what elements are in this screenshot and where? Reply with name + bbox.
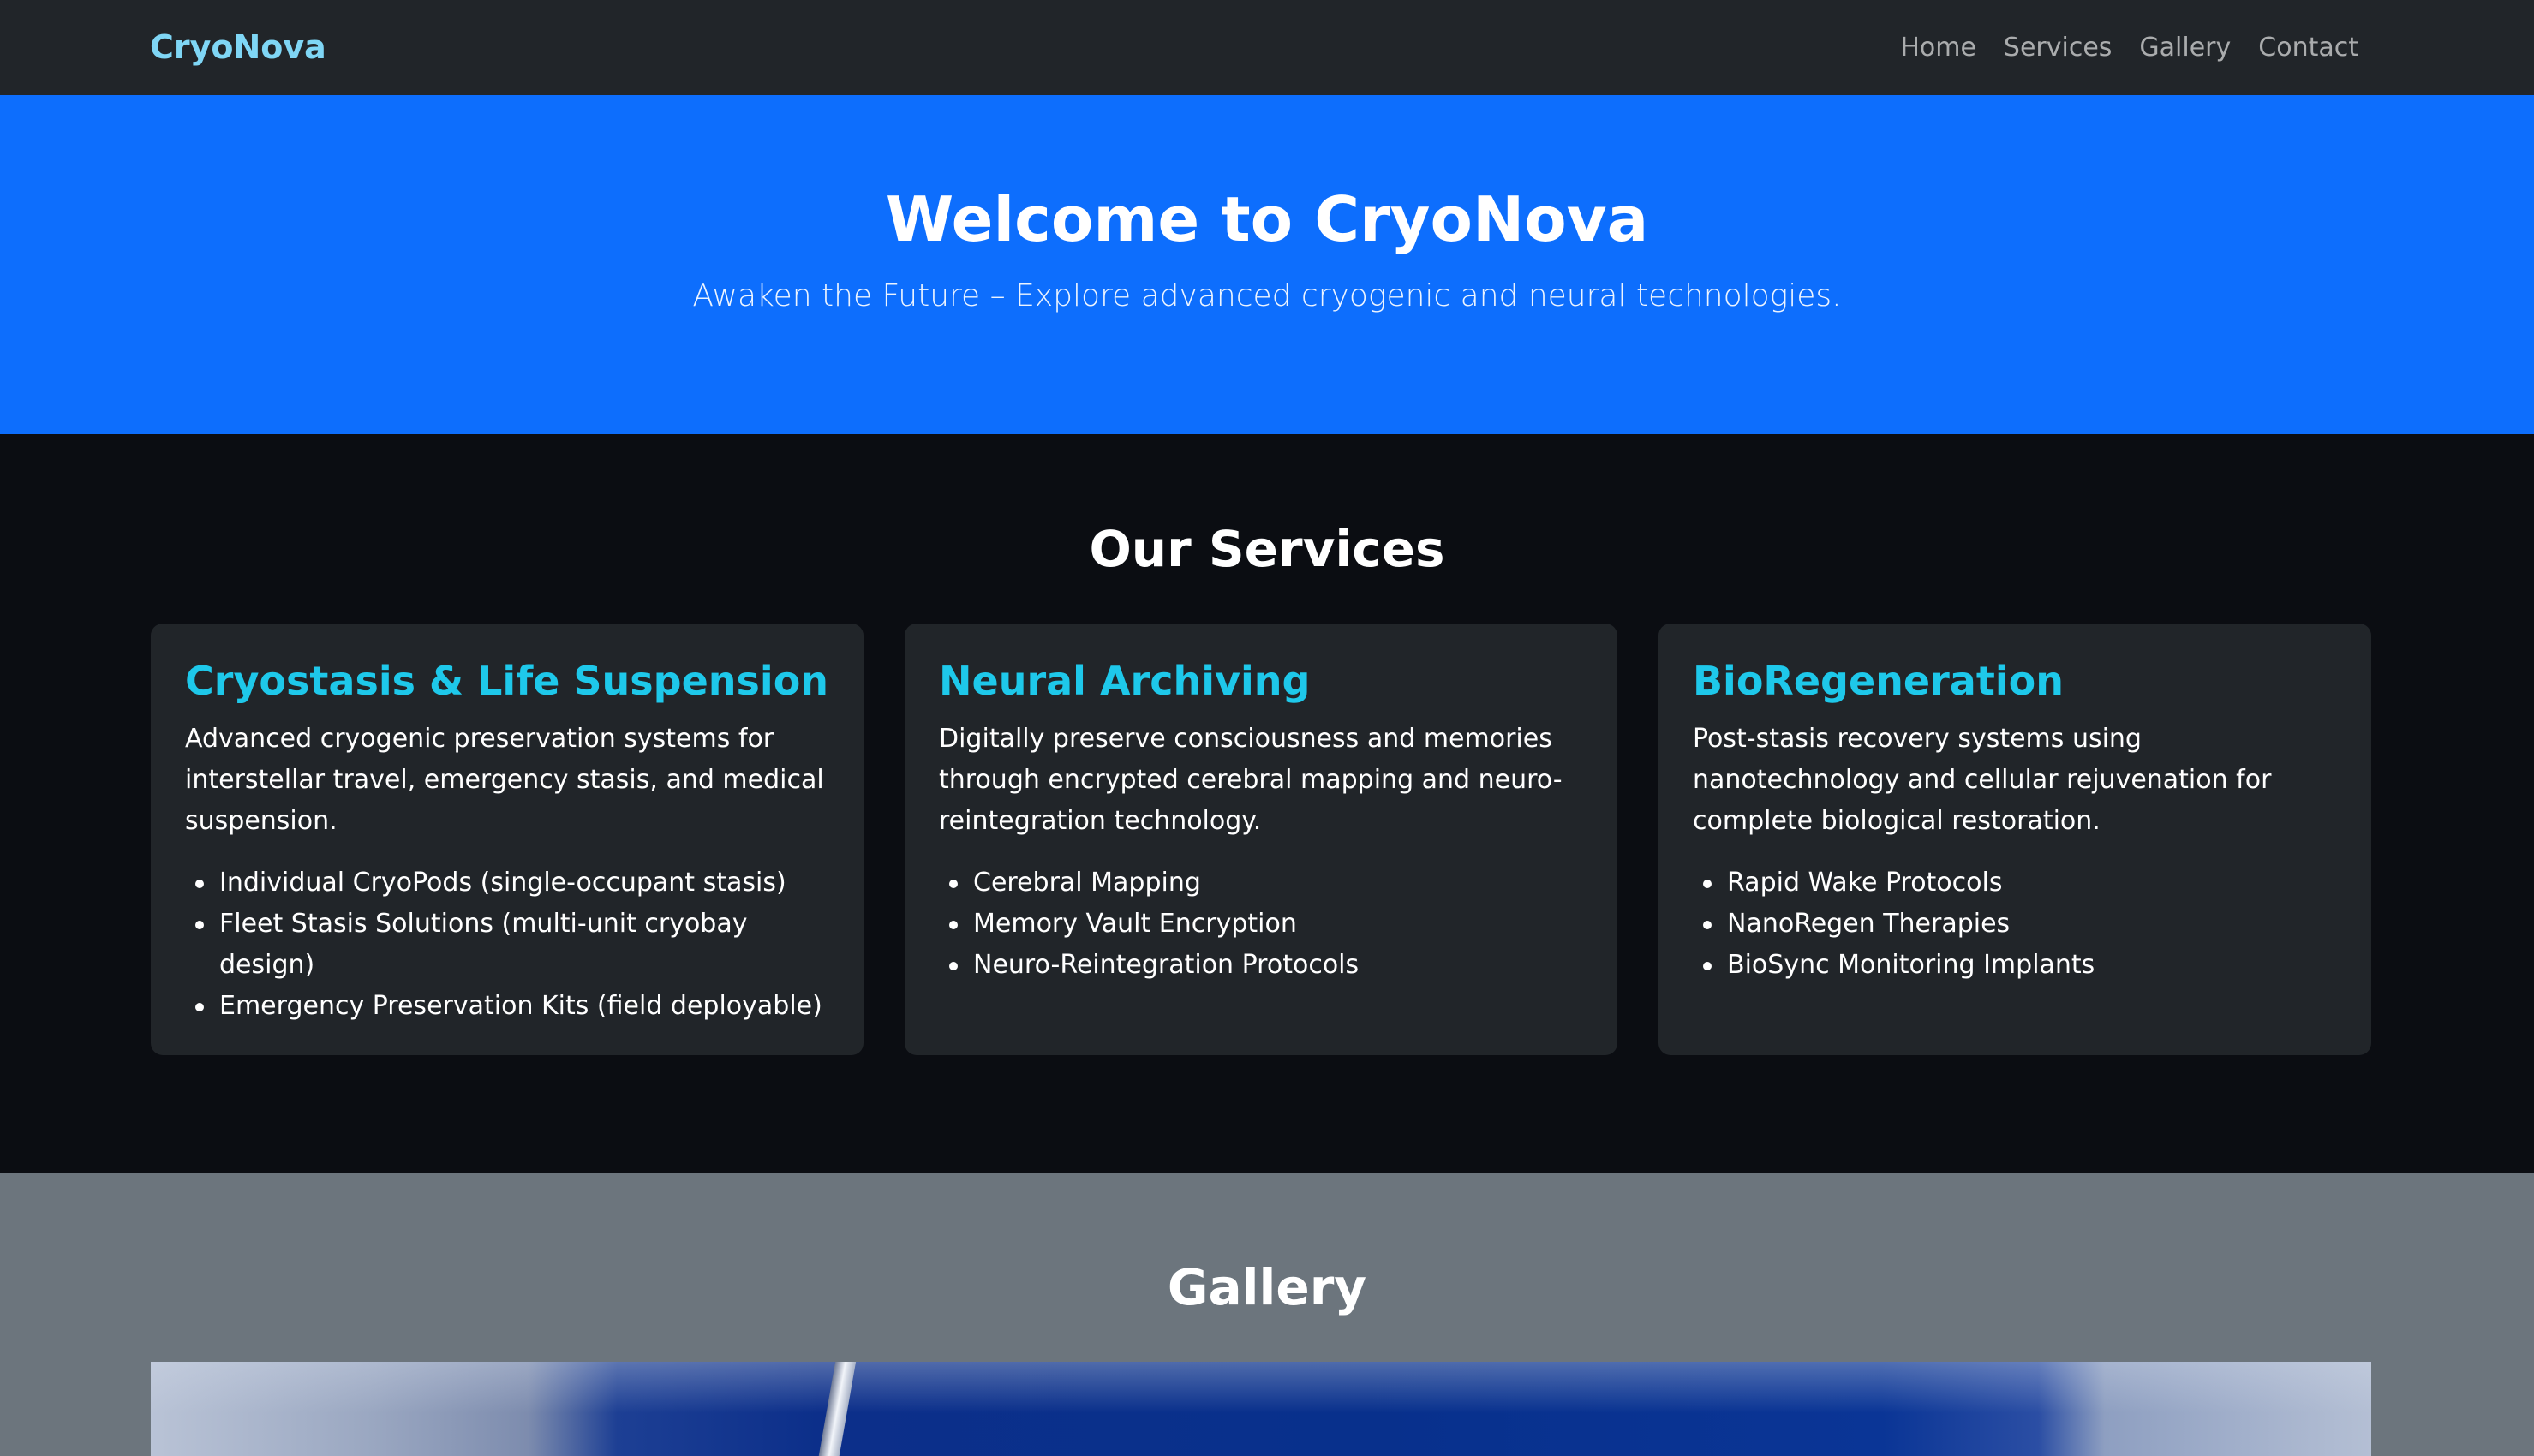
service-card-cryostasis: Cryostasis & Life Suspension Advanced cr… bbox=[151, 624, 864, 1055]
card-title: Neural Archiving bbox=[939, 658, 1311, 704]
card-description: Advanced cryogenic preservation systems … bbox=[185, 724, 824, 837]
nav-link-gallery[interactable]: Gallery bbox=[2139, 33, 2231, 63]
card-title: BioRegeneration bbox=[1693, 658, 2064, 704]
gallery-section: Gallery bbox=[0, 1173, 2534, 1456]
list-item: Neuro-Reintegration Protocols bbox=[949, 945, 1583, 986]
list-item: BioSync Monitoring Implants bbox=[1703, 945, 2337, 986]
hero-section: Welcome to CryoNova Awaken the Future – … bbox=[0, 95, 2534, 434]
services-title: Our Services bbox=[1089, 520, 1445, 578]
gallery-image[interactable] bbox=[151, 1362, 2371, 1456]
list-item: Rapid Wake Protocols bbox=[1703, 862, 2337, 904]
hero-title: Welcome to CryoNova bbox=[885, 183, 1649, 255]
image-highlight bbox=[151, 1362, 2371, 1413]
nav-link-services[interactable]: Services bbox=[2004, 33, 2113, 63]
brand-logo-link[interactable]: CryoNova bbox=[150, 0, 326, 95]
card-description: Post-stasis recovery systems using nanot… bbox=[1693, 724, 2272, 837]
card-title: Cryostasis & Life Suspension bbox=[185, 658, 829, 704]
list-item: Cerebral Mapping bbox=[949, 862, 1583, 904]
card-feature-list: Individual CryoPods (single-occupant sta… bbox=[185, 862, 829, 1027]
gallery-title: Gallery bbox=[1167, 1258, 1367, 1316]
list-item: Emergency Preservation Kits (field deplo… bbox=[195, 986, 829, 1027]
nav-link-contact[interactable]: Contact bbox=[2258, 33, 2358, 63]
service-card-neural-archiving: Neural Archiving Digitally preserve cons… bbox=[905, 624, 1617, 1055]
nav-links: Home Services Gallery Contact bbox=[1900, 0, 2358, 95]
card-feature-list: Cerebral Mapping Memory Vault Encryption… bbox=[939, 862, 1583, 986]
list-item: NanoRegen Therapies bbox=[1703, 904, 2337, 945]
list-item: Individual CryoPods (single-occupant sta… bbox=[195, 862, 829, 904]
card-feature-list: Rapid Wake Protocols NanoRegen Therapies… bbox=[1693, 862, 2337, 986]
hero-subtitle: Awaken the Future – Explore advanced cry… bbox=[692, 278, 1842, 313]
service-cards: Cryostasis & Life Suspension Advanced cr… bbox=[151, 624, 2371, 1055]
navbar: CryoNova Home Services Gallery Contact bbox=[0, 0, 2534, 95]
service-card-bioregeneration: BioRegeneration Post-stasis recovery sys… bbox=[1658, 624, 2371, 1055]
list-item: Fleet Stasis Solutions (multi-unit cryob… bbox=[195, 904, 829, 986]
card-description: Digitally preserve consciousness and mem… bbox=[939, 724, 1563, 837]
nav-link-home[interactable]: Home bbox=[1900, 33, 1976, 63]
services-section: Our Services Cryostasis & Life Suspensio… bbox=[0, 434, 2534, 1173]
list-item: Memory Vault Encryption bbox=[949, 904, 1583, 945]
